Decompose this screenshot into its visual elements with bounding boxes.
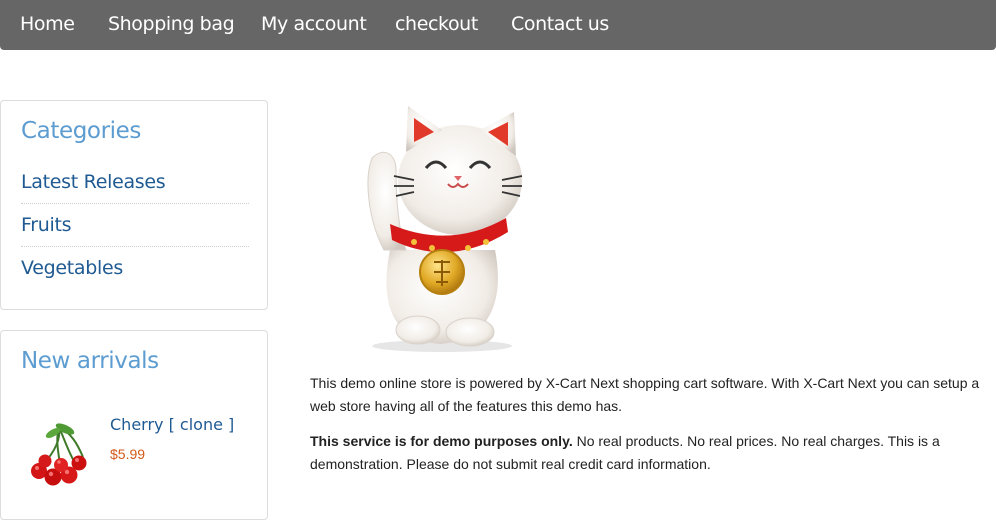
notice-rest: No real products. No real prices. No rea… (572, 433, 940, 449)
category-fruits[interactable]: Fruits (21, 214, 249, 236)
demo-notice-paragraph: This service is for demo purposes only. … (310, 430, 996, 476)
nav-my-account[interactable]: My account (261, 13, 367, 35)
nav-shopping-bag[interactable]: Shopping bag (108, 13, 235, 35)
intro-line-1: This demo online store is powered by X-C… (310, 375, 980, 391)
product-name-link[interactable]: Cherry [ clone ] (110, 415, 234, 434)
intro-paragraph: This demo online store is powered by X-C… (310, 372, 996, 418)
lucky-cat-icon (367, 106, 523, 352)
notice-line-2: demonstration. Please do not submit real… (310, 456, 711, 472)
cherry-product-image[interactable] (25, 419, 95, 489)
categories-title: Categories (21, 118, 141, 144)
new-arrivals-title: New arrivals (21, 348, 159, 374)
nav-checkout[interactable]: checkout (395, 13, 478, 35)
intro-line-2: web store having all of the features thi… (310, 398, 623, 414)
category-vegetables[interactable]: Vegetables (21, 257, 249, 279)
notice-bold: This service is for demo purposes only. (310, 433, 573, 449)
nav-home[interactable]: Home (20, 13, 75, 35)
categories-box: Categories Latest Releases Fruits Vegeta… (0, 100, 268, 310)
nav-contact-us[interactable]: Contact us (511, 13, 609, 35)
new-arrivals-box: New arrivals Cherry [ clone ] $5.99 (0, 330, 268, 520)
top-navigation: Home Shopping bag My account checkout Co… (0, 0, 996, 50)
category-latest-releases[interactable]: Latest Releases (21, 171, 249, 193)
notice-line-1: This service is for demo purposes only. … (310, 430, 996, 453)
category-divider (21, 203, 249, 204)
product-price: $5.99 (110, 446, 146, 462)
category-divider (21, 246, 249, 247)
